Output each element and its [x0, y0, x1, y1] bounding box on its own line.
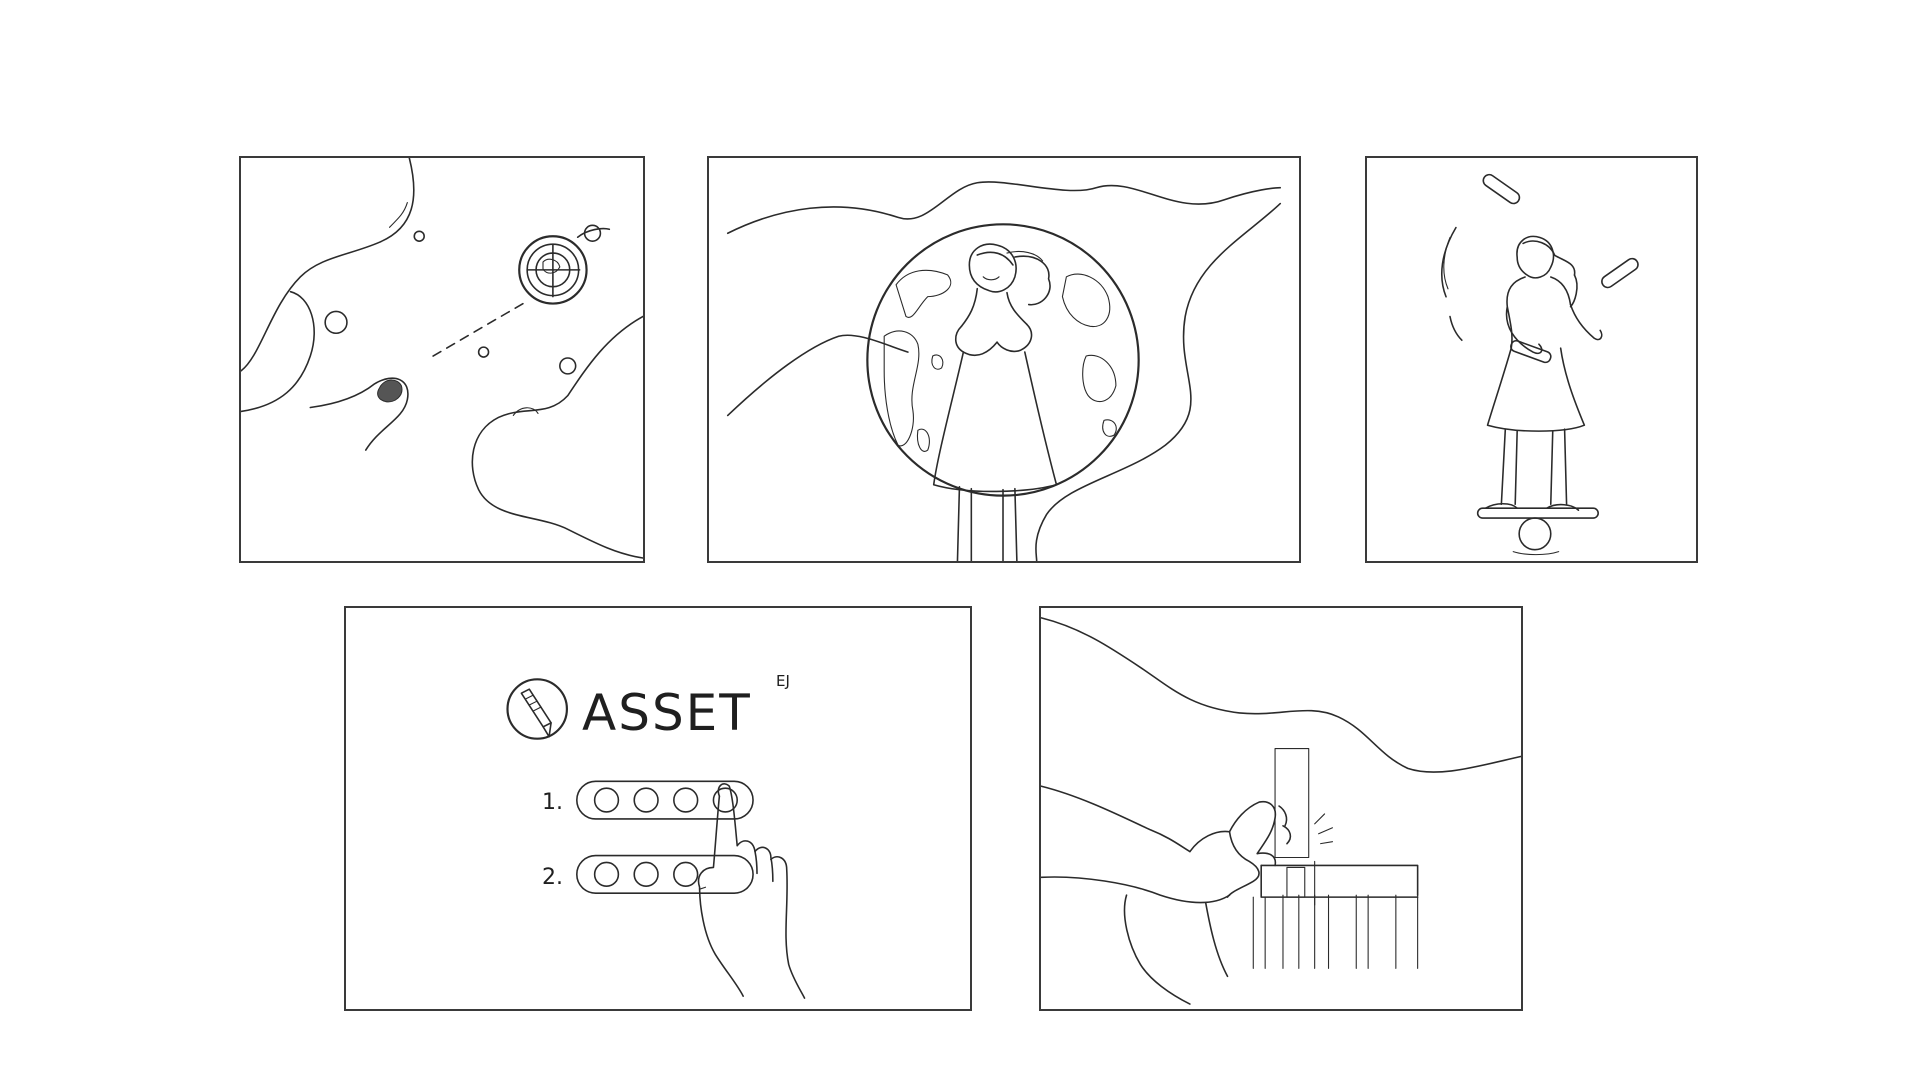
- pin-dot: [633, 861, 659, 888]
- pin-dot: [673, 787, 699, 813]
- pin-row-2: [576, 854, 754, 894]
- pencil-circle-icon: [506, 678, 568, 740]
- logo-mark: EJ: [776, 672, 790, 690]
- storyboard-panel-asset-pin: ASSET EJ 1. 2.: [344, 606, 972, 1011]
- pin-dot: [593, 787, 620, 813]
- step-number-1: 1.: [542, 790, 563, 815]
- storyboard-panel-space: [239, 156, 645, 563]
- logo-wordmark: ASSET: [582, 684, 752, 742]
- pin-row-1: [576, 780, 754, 820]
- pin-dot: [673, 861, 699, 888]
- pointing-hand-icon: [697, 783, 806, 999]
- hand-icon: [1041, 785, 1292, 1005]
- globe-woman-illustration: [726, 181, 1282, 561]
- pin-entry-illustration: [506, 678, 806, 999]
- step-number-2: 2.: [542, 865, 563, 890]
- space-illustration: [241, 158, 643, 559]
- hands-blocks-illustration: [1041, 617, 1521, 1005]
- storyboard-panel-globe: [707, 156, 1301, 563]
- balance-woman-illustration: [1441, 173, 1639, 556]
- pin-dot: [593, 861, 620, 888]
- bar-block: [1286, 866, 1306, 898]
- bar-block: [1274, 748, 1310, 859]
- storyboard-panel-balance: [1365, 156, 1698, 563]
- storyboard-panel-blocks: [1039, 606, 1523, 1011]
- pin-dot: [633, 787, 659, 813]
